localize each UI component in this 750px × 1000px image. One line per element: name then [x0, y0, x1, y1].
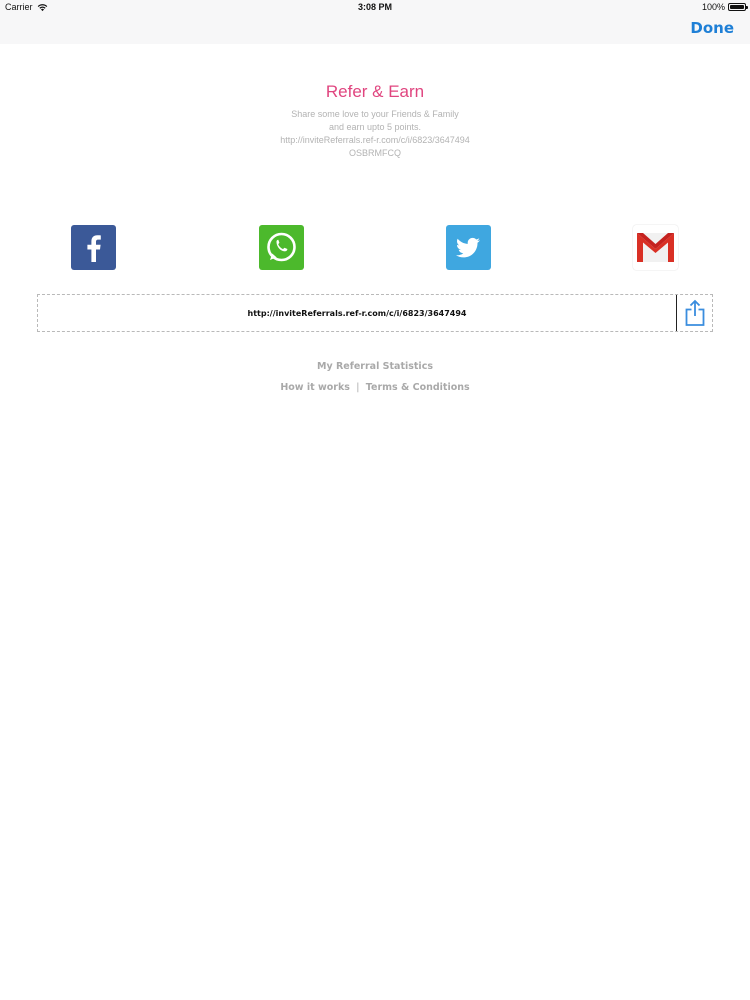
gmail-share-button[interactable]	[633, 225, 678, 270]
share-buttons	[0, 225, 750, 271]
subtitle-line-1: Share some love to your Friends & Family	[291, 109, 459, 119]
footer-links: My Referral Statistics How it works | Te…	[0, 354, 750, 393]
share-icon	[685, 299, 704, 326]
how-it-works-link[interactable]: How it works	[280, 382, 350, 393]
share-link-button[interactable]	[676, 295, 712, 331]
twitter-share-button[interactable]	[446, 225, 491, 270]
twitter-icon	[456, 237, 480, 258]
status-battery: 100%	[701, 2, 748, 12]
whatsapp-share-button[interactable]	[259, 225, 304, 270]
terms-conditions-link[interactable]: Terms & Conditions	[366, 382, 470, 393]
subtitle-line-2: and earn upto 5 points.	[328, 122, 422, 132]
referral-link-text[interactable]: http://inviteReferrals.ref-r.com/c/i/682…	[38, 295, 676, 331]
page-title: Refer & Earn	[325, 82, 425, 101]
referral-link-box: http://inviteReferrals.ref-r.com/c/i/682…	[37, 294, 713, 332]
battery-icon	[728, 3, 748, 11]
done-button[interactable]: Done	[690, 19, 734, 37]
whatsapp-icon	[267, 232, 296, 262]
subtitle: Share some love to your Friends & Family…	[0, 108, 750, 160]
info-links-row: How it works | Terms & Conditions	[0, 382, 750, 393]
header: Refer & Earn Share some love to your Fri…	[0, 82, 750, 160]
referral-code: OSBRMFCQ	[348, 148, 401, 158]
referral-statistics-link[interactable]: My Referral Statistics	[317, 361, 433, 372]
link-separator: |	[356, 382, 360, 393]
gmail-icon	[637, 233, 674, 262]
status-time: 3:08 PM	[357, 2, 392, 12]
battery-percent: 100%	[701, 2, 725, 12]
facebook-share-button[interactable]	[71, 225, 116, 270]
facebook-icon	[87, 235, 101, 262]
status-bar: Carrier 3:08 PM 100%	[0, 0, 750, 14]
nav-bar: Done	[0, 14, 750, 44]
subtitle-link: http://inviteReferrals.ref-r.com/c/i/682…	[280, 135, 470, 145]
